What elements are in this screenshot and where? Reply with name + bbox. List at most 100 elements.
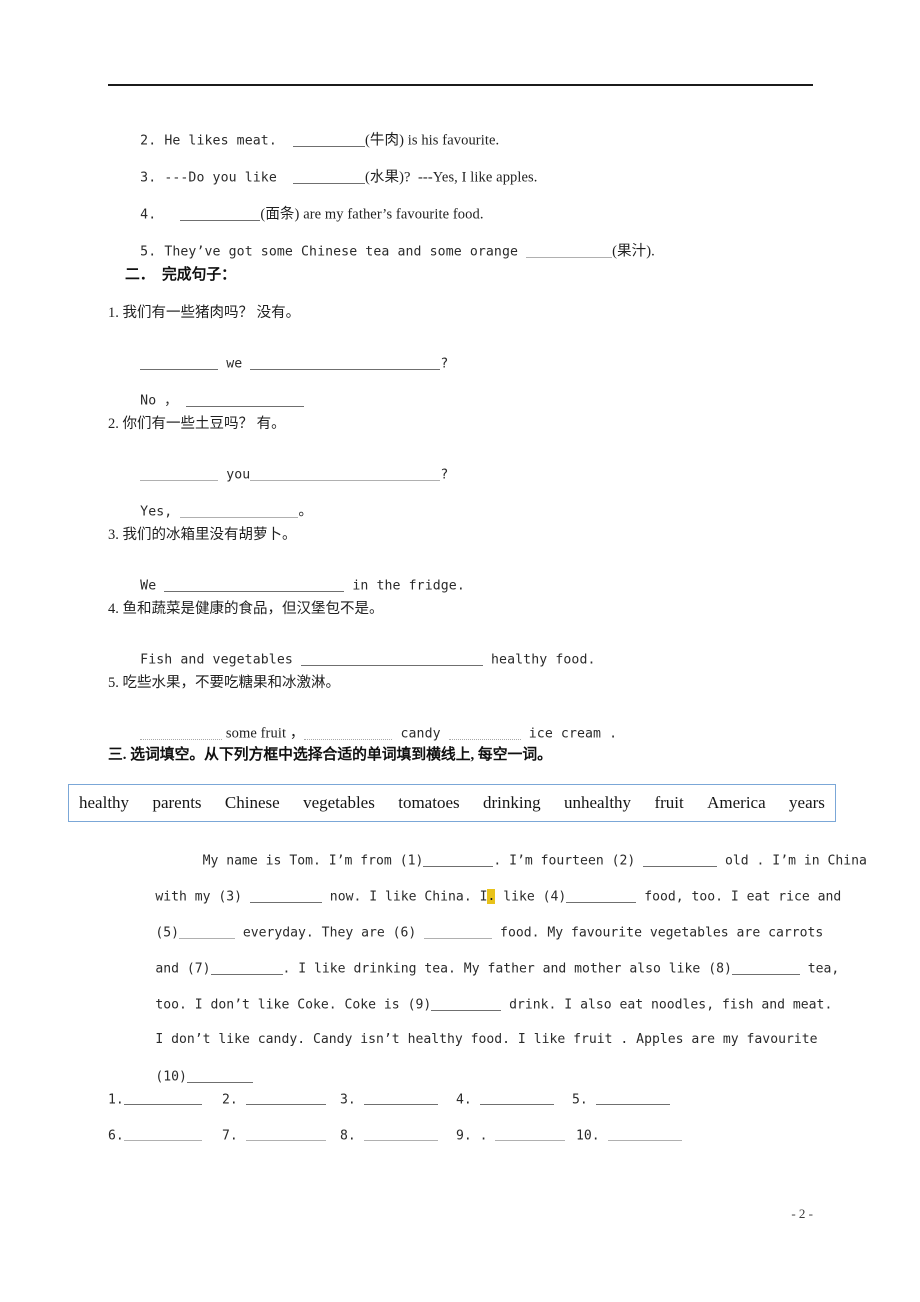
cloze-blank-6[interactable] (424, 925, 493, 939)
answer-blank[interactable] (164, 578, 345, 592)
answer-grid: 1. 2. 3. 4. 5. 6. 7. 8. 9. . 10. (108, 1092, 814, 1164)
static-punct: ? (440, 356, 449, 372)
answer-blank[interactable] (180, 504, 299, 518)
answer-slot-9: 9. . (456, 1128, 566, 1144)
word-bank-item-healthy[interactable]: healthy (79, 793, 129, 813)
word-bank-item-tomatoes[interactable]: tomatoes (398, 793, 459, 813)
word-bank-item-america[interactable]: America (707, 793, 766, 813)
static-word: we (218, 356, 251, 372)
passage-text: everyday. They are (6) (234, 925, 425, 941)
cloze-blank-1[interactable] (423, 853, 494, 867)
item-pre-text: He likes meat. (164, 133, 293, 149)
passage-text: (10) (155, 1069, 187, 1085)
passage-text: . I’m fourteen (2) (493, 853, 644, 869)
cloze-blank-3[interactable] (249, 889, 322, 903)
word-bank-item-drinking[interactable]: drinking (483, 793, 541, 813)
section-two-answer-4: Fish and vegetables healthy food. (108, 639, 596, 680)
answer-blank[interactable] (526, 244, 613, 258)
word-bank-box: healthy parents Chinese vegetables tomat… (68, 784, 836, 822)
word-bank-item-parents[interactable]: parents (152, 793, 201, 813)
word-bank-item-unhealthy[interactable]: unhealthy (564, 793, 631, 813)
section-two-prompt-3: 3. 我们的冰箱里没有胡萝卜。 (108, 527, 297, 543)
answer-blank[interactable] (140, 726, 223, 740)
static-word: Yes, (140, 504, 173, 520)
answer-blank[interactable] (185, 393, 304, 407)
answer-blank[interactable] (245, 1092, 326, 1106)
item-number: 4. (140, 207, 157, 223)
cloze-blank-7[interactable] (210, 961, 283, 975)
word-bank-item-fruit[interactable]: fruit (654, 793, 683, 813)
answer-blank[interactable] (140, 356, 219, 370)
item-pre-text: They’ve got some Chinese tea and some or… (164, 244, 527, 260)
word-bank-item-vegetables[interactable]: vegetables (303, 793, 375, 813)
passage-text: tea, (799, 961, 840, 977)
cloze-blank-2[interactable] (643, 853, 718, 867)
item-pre-text: ---Do you like (164, 170, 293, 186)
answer-blank[interactable] (140, 467, 219, 481)
answer-row-2: 6. 7. 8. 9. . 10. (108, 1128, 814, 1164)
word-bank-item-years[interactable]: years (789, 793, 825, 813)
answer-slot-label: 4. (456, 1092, 472, 1108)
item-number: 2. (140, 133, 157, 149)
answer-blank[interactable] (300, 652, 483, 666)
section-two-prompt-5: 5. 吃些水果，不要吃糖果和冰激淋。 (108, 675, 340, 691)
passage-text: and (7) (155, 961, 211, 977)
static-punct: ? (440, 467, 449, 483)
cloze-blank-8[interactable] (731, 961, 800, 975)
answer-slot-label: 6. (108, 1128, 124, 1144)
passage-line: (5) everyday. They are (6) food. My favo… (108, 912, 823, 948)
answer-slot-label: 9. . (456, 1128, 488, 1144)
worksheet-page: 2. He likes meat. (牛肉) is his favourite.… (0, 0, 920, 1302)
section-two-prompt-2: 2. 你们有一些土豆吗？ 有。 (108, 416, 286, 432)
header-divider (108, 84, 813, 86)
word-bank-item-chinese[interactable]: Chinese (225, 793, 280, 813)
passage-text: . I like drinking tea. My father and mot… (282, 961, 732, 977)
answer-row-1: 1. 2. 3. 4. 5. (108, 1092, 814, 1128)
answer-slot-label: 8. (340, 1128, 356, 1144)
answer-blank[interactable] (180, 207, 261, 221)
static-text: candy (392, 726, 449, 742)
answer-blank[interactable] (607, 1128, 682, 1142)
answer-slot-label: 10. (576, 1128, 600, 1144)
answer-blank[interactable] (123, 1092, 202, 1106)
passage-text: like (4) (495, 889, 567, 905)
answer-blank[interactable] (250, 356, 441, 370)
cloze-blank-4[interactable] (566, 889, 637, 903)
answer-blank[interactable] (363, 1128, 438, 1142)
passage-line: too. I don’t like Coke. Coke is (9) drin… (108, 984, 832, 1020)
section-two-prompt-1: 1. 我们有一些猪肉吗？ 没有。 (108, 305, 301, 321)
item-number: 5. (140, 244, 157, 260)
answer-slot-label: 7. (222, 1128, 238, 1144)
passage-text: drink. I also eat noodles, fish and meat… (501, 997, 833, 1013)
static-text: some fruit ， (222, 725, 305, 742)
answer-blank[interactable] (292, 133, 365, 147)
item-post-text: (果汁). (612, 243, 655, 260)
answer-blank[interactable] (448, 726, 521, 740)
answer-blank[interactable] (595, 1092, 670, 1106)
answer-slot-8: 8. (340, 1128, 438, 1142)
answer-blank[interactable] (495, 1128, 566, 1142)
answer-blank[interactable] (123, 1128, 202, 1142)
static-text: in the fridge. (344, 578, 465, 594)
section-three-heading: 三. 选词填空。从下列方框中选择合适的单词填到横线上, 每空一词。 (108, 747, 552, 763)
answer-slot-3: 3. (340, 1092, 438, 1106)
cloze-blank-5[interactable] (178, 925, 235, 939)
answer-blank[interactable] (363, 1092, 438, 1106)
cloze-blank-10[interactable] (186, 1069, 253, 1083)
passage-text: I don’t like candy. Candy isn’t healthy … (155, 1032, 818, 1048)
static-punct: 。 (298, 503, 313, 520)
section-two-answer-1b: No ， (108, 380, 304, 421)
answer-slot-5: 5. (572, 1092, 670, 1106)
answer-blank[interactable] (304, 726, 393, 740)
section-two-answer-3: We in the fridge. (108, 565, 465, 606)
cloze-blank-9[interactable] (431, 997, 502, 1011)
passage-line: with my (3) now. I like China. I. like (… (108, 876, 841, 912)
answer-slot-label: 5. (572, 1092, 588, 1108)
answer-blank[interactable] (292, 170, 365, 184)
passage-text: (5) (155, 925, 179, 941)
answer-slot-6: 6. (108, 1128, 202, 1142)
answer-blank[interactable] (250, 467, 441, 481)
answer-slot-label: 1. (108, 1092, 124, 1108)
answer-blank[interactable] (245, 1128, 326, 1142)
answer-blank[interactable] (479, 1092, 554, 1106)
